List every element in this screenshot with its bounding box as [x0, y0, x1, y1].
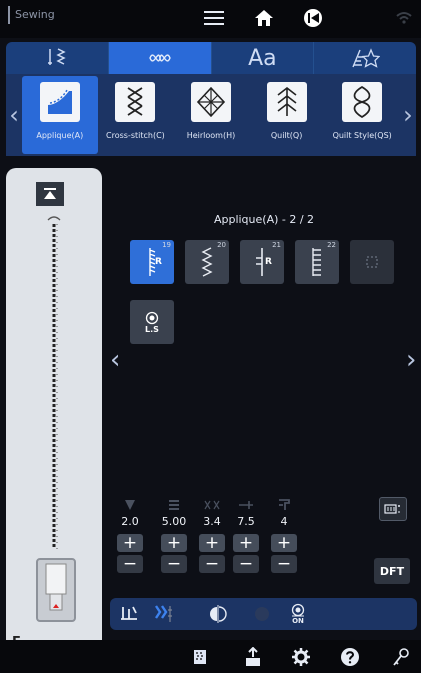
presser-foot-image	[36, 558, 76, 622]
pivot-height-icon	[268, 498, 300, 512]
status-bar: Sewing	[0, 0, 421, 38]
stitch-preview-panel[interactable]: F	[6, 168, 102, 664]
help-icon[interactable]	[338, 646, 362, 668]
tab-character[interactable]: Aa	[212, 42, 315, 74]
twin-needle-icon[interactable]	[150, 602, 178, 626]
needle-position-plus-button[interactable]: +	[233, 534, 259, 552]
character-label: Aa	[248, 45, 277, 71]
width-plus-button[interactable]: +	[161, 534, 187, 552]
length-icon	[196, 498, 228, 512]
quilt-style-icon	[342, 82, 383, 122]
stitch-tile-empty[interactable]	[350, 240, 394, 284]
stitch-page-title: Applique(A) - 2 / 2	[213, 213, 315, 226]
length-value: 3.4	[203, 515, 221, 528]
stitch-pattern-preview	[47, 216, 61, 549]
applique-icon	[39, 82, 80, 122]
auto-lock-icon	[291, 603, 305, 617]
stitch-length-setting: 3.4 + −	[196, 498, 228, 573]
stitch-category-label: Heirloom(H)	[186, 131, 236, 140]
stitch-category-quilt-style[interactable]: Quilt Style(QS)	[324, 76, 400, 154]
stitch-22-icon	[312, 248, 321, 276]
needle-position-icon	[230, 498, 262, 512]
auto-lock-on-label: ON	[292, 617, 304, 625]
needle-position-value: 7.5	[237, 515, 255, 528]
empty-slot-icon	[366, 256, 378, 268]
default-settings-button[interactable]: DFT	[374, 558, 410, 584]
page-prev-arrow-icon[interactable]: ‹	[110, 345, 120, 375]
auto-lock-stitch-button[interactable]: ON	[286, 600, 310, 628]
mirror-image-icon[interactable]	[206, 602, 230, 626]
page-next-arrow-icon[interactable]: ›	[406, 345, 416, 375]
pivot-height-value: 4	[280, 515, 288, 528]
my-custom-stitch-icon	[352, 48, 381, 68]
memory-settings-icon	[384, 504, 400, 514]
decorative-stitch-icon	[148, 54, 171, 62]
stitch-category-label: Applique(A)	[36, 131, 84, 140]
back-to-start-icon[interactable]	[300, 6, 326, 30]
app-title: Sewing	[8, 6, 55, 24]
pivot-height-minus-button[interactable]: −	[271, 555, 297, 573]
stitch-tile-20[interactable]: 20	[185, 240, 229, 284]
stitch-category-cross-stitch[interactable]: Cross-stitch(C)	[98, 76, 174, 154]
bottom-toolbar	[0, 640, 421, 673]
category-prev-arrow-icon[interactable]: ‹	[6, 101, 22, 129]
stitch-width-setting: 5.00 + −	[158, 498, 190, 573]
length-plus-button[interactable]: +	[199, 534, 225, 552]
cross-stitch-icon	[115, 82, 156, 122]
needle-position-minus-button[interactable]: −	[233, 555, 259, 573]
needle-position-setting: 7.5 + −	[230, 498, 262, 573]
category-tabs: Aa	[6, 42, 416, 74]
stitch-tile-22[interactable]: 22	[295, 240, 339, 284]
stitch-category-bar: ‹ Applique(A) Cross-stitch(C) Heirloom(H…	[6, 74, 416, 156]
embroidery-data-icon[interactable]	[189, 646, 211, 668]
home-icon[interactable]	[251, 6, 277, 30]
stitch-tile-19[interactable]: 19 R	[130, 240, 174, 284]
memory-settings-button[interactable]	[379, 497, 407, 521]
utility-stitch-icon	[47, 48, 66, 65]
tension-plus-button[interactable]: +	[117, 534, 143, 552]
stitch-category-heirloom[interactable]: Heirloom(H)	[173, 76, 249, 154]
disabled-mirror-icon	[250, 602, 274, 626]
wifi-icon	[393, 6, 415, 30]
pivot-height-setting: 4 + −	[268, 498, 300, 573]
length-minus-button[interactable]: −	[199, 555, 225, 573]
scroll-to-top-icon[interactable]	[36, 182, 64, 206]
width-minus-button[interactable]: −	[161, 555, 187, 573]
lock-stitch-label: L.S	[145, 324, 159, 334]
lock-stitch-icon	[145, 311, 159, 324]
menu-icon[interactable]	[201, 6, 227, 30]
tab-my-custom[interactable]	[314, 42, 416, 74]
stitch-category-label: Cross-stitch(C)	[106, 131, 165, 140]
tension-icon	[114, 498, 146, 512]
tension-minus-button[interactable]: −	[117, 555, 143, 573]
heirloom-icon	[190, 82, 231, 122]
tension-value: 2.0	[121, 515, 139, 528]
stitch-edit-toolbar: ON	[110, 598, 417, 630]
tab-decorative-stitch[interactable]	[108, 42, 212, 74]
pivot-height-plus-button[interactable]: +	[271, 534, 297, 552]
thread-tension-setting: 2.0 + −	[114, 498, 146, 573]
wireless-tool-icon[interactable]	[390, 646, 412, 668]
needle-stop-position-icon[interactable]	[118, 602, 142, 626]
stitch-20-icon	[201, 247, 213, 277]
stitch-tile-21[interactable]: 21 R	[240, 240, 284, 284]
tab-utility-stitch[interactable]	[6, 42, 109, 74]
width-icon	[158, 498, 190, 512]
stitch-category-label: Quilt(Q)	[270, 131, 303, 140]
stitch-category-applique[interactable]: Applique(A)	[22, 76, 98, 154]
stitch-category-label: Quilt Style(QS)	[332, 131, 392, 140]
quilt-icon	[266, 82, 307, 122]
category-next-arrow-icon[interactable]: ›	[400, 101, 416, 129]
width-value: 5.00	[161, 515, 187, 528]
stitch-category-quilt[interactable]: Quilt(Q)	[249, 76, 325, 154]
import-export-icon[interactable]	[242, 646, 264, 668]
lock-stitch-button[interactable]: L.S	[130, 300, 174, 344]
settings-icon[interactable]	[290, 646, 312, 668]
